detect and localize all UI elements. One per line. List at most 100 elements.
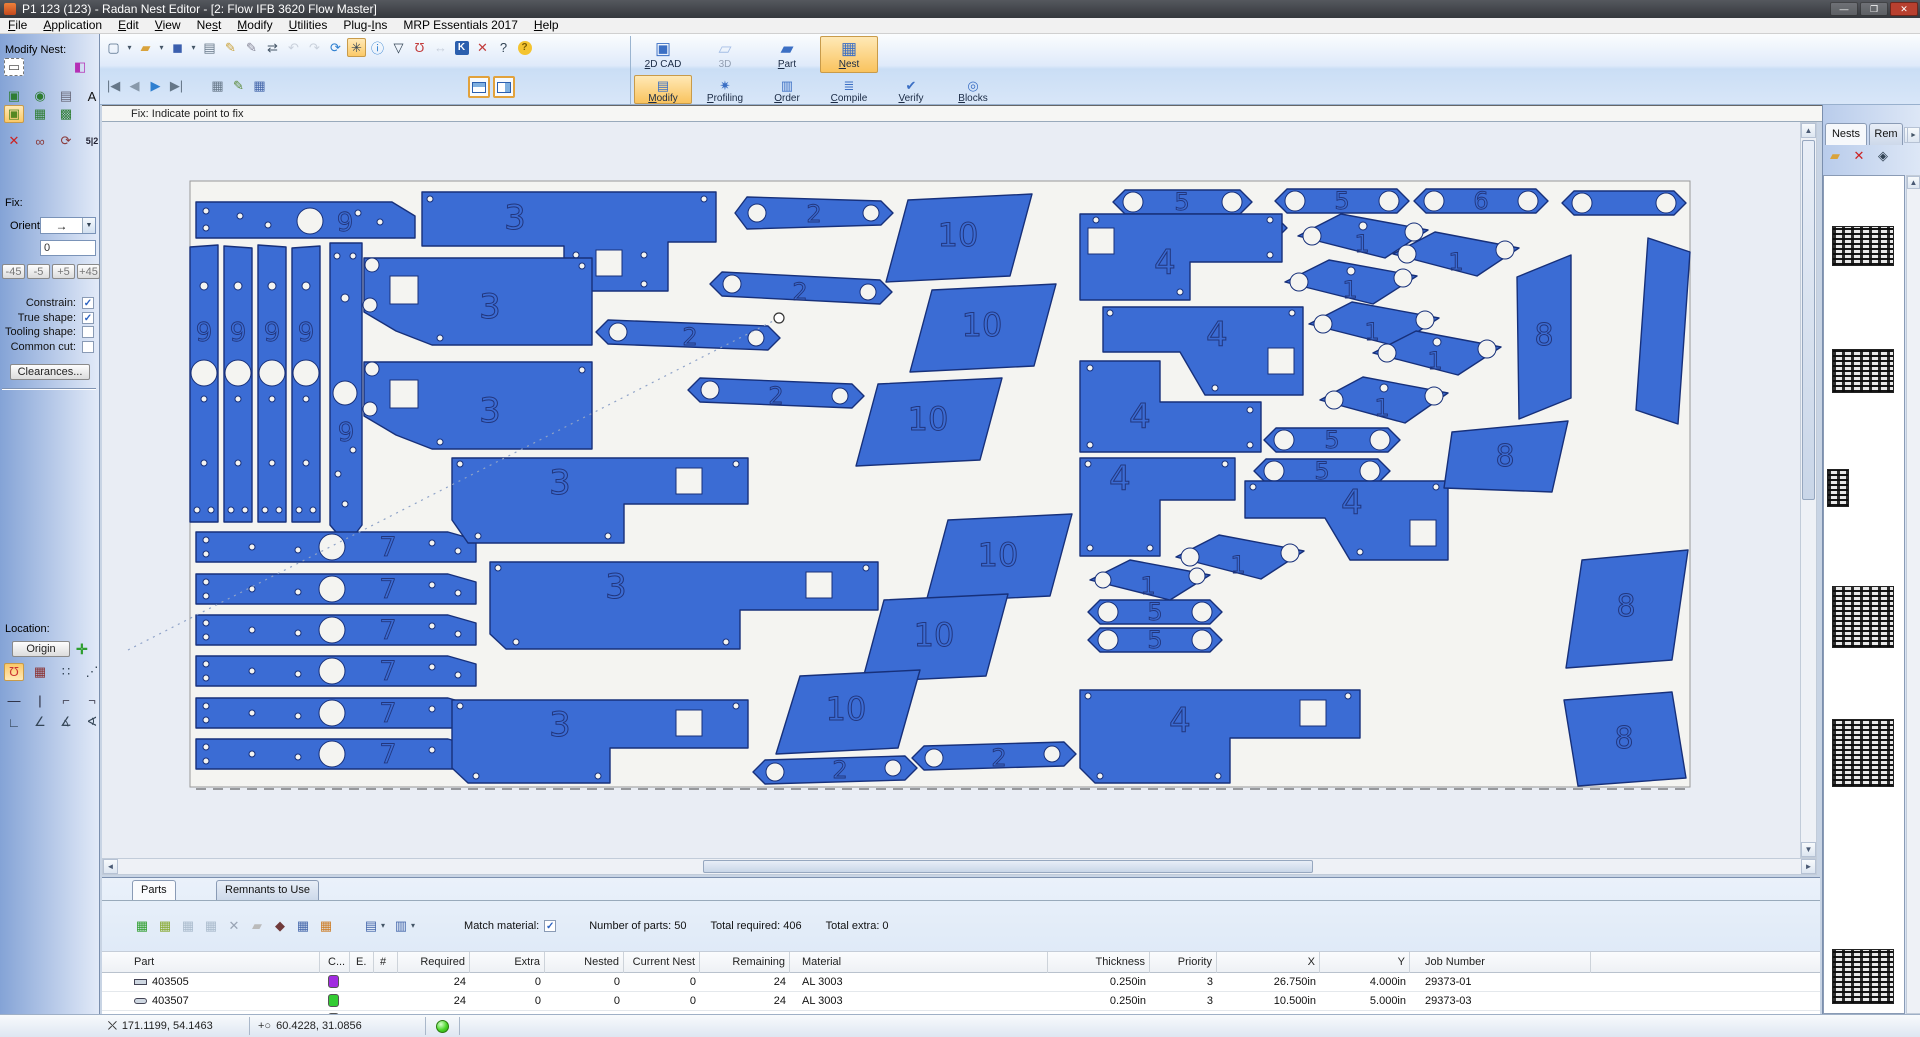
table-row[interactable]: 4035052400024AL 30030.250in326.750in4.00…	[102, 973, 1820, 992]
snap-settings-icon[interactable]: ✳	[347, 38, 366, 57]
text-icon[interactable]: A	[82, 87, 102, 105]
nest-thumbnail-1[interactable]	[1832, 226, 1894, 266]
refresh-icon[interactable]: ⟳	[326, 38, 345, 57]
2d-cad-button[interactable]: ▣2D CAD	[634, 36, 692, 73]
add-part-icon[interactable]: ▦	[155, 917, 175, 935]
nest-part-5[interactable]: 5	[1113, 188, 1252, 216]
nest-part-7[interactable]: 7	[196, 656, 476, 687]
nest-part-7[interactable]: 7	[196, 739, 476, 770]
nest-part-6[interactable]: 6	[1414, 187, 1548, 215]
nest-thumbnail-list[interactable]	[1823, 175, 1905, 1014]
modify-button[interactable]: ▤Modify	[634, 75, 692, 104]
menu-mrp-essentials-2017[interactable]: MRP Essentials 2017	[395, 18, 526, 34]
column-header-thickness[interactable]: Thickness	[1052, 952, 1150, 974]
nest-button[interactable]: ▦Nest	[820, 36, 878, 73]
nest-part-5[interactable]: 5	[1088, 626, 1222, 654]
order-button[interactable]: ▥Order	[758, 75, 816, 104]
step-back-icon[interactable]: ◀	[125, 76, 144, 95]
new-icon[interactable]: ▢	[104, 38, 123, 57]
go-first-icon[interactable]: |◀	[104, 76, 123, 95]
column-header-job[interactable]: Job Number	[1421, 952, 1591, 974]
pin-part-icon[interactable]: ◉	[30, 87, 50, 105]
tab-nests[interactable]: Nests	[1825, 123, 1867, 145]
match-material-checkbox[interactable]: ✓	[544, 920, 556, 932]
move-origin-icon[interactable]: ✛	[76, 641, 88, 658]
column-header-e[interactable]: E.	[352, 952, 374, 974]
spacing-icon[interactable]: ↔	[431, 38, 450, 57]
nest-part-3[interactable]: 3	[363, 362, 592, 449]
drag-part-icon[interactable]: ▣	[4, 87, 24, 105]
column-header-part[interactable]: Part	[130, 952, 320, 974]
nest-part-2[interactable]: 2	[735, 197, 893, 229]
blocks-button[interactable]: ◎Blocks	[944, 75, 1002, 104]
sheet-grid-icon[interactable]: ▦	[208, 76, 227, 95]
nest-part-2[interactable]: 2	[753, 756, 917, 784]
nest-part-10[interactable]: 10	[776, 670, 920, 754]
nest-part-5[interactable]: 5	[1088, 598, 1222, 626]
column-header-required[interactable]: Required	[400, 952, 470, 974]
nest-part-10[interactable]: 10	[910, 284, 1056, 372]
column-header-nested[interactable]: Nested	[549, 952, 624, 974]
go-last-icon[interactable]: ▶|	[167, 76, 186, 95]
angle-measure-icon[interactable]: ∡	[56, 713, 76, 731]
tab-remnants-to-use[interactable]: Remnants to Use	[216, 880, 319, 900]
nest-part-8[interactable]: 8	[1517, 255, 1571, 419]
menu-modify[interactable]: Modify	[229, 18, 280, 34]
rotate-plus5-button[interactable]: +5	[52, 264, 75, 279]
nest-part[interactable]	[1562, 191, 1686, 215]
nest-thumbnail-4[interactable]	[1832, 586, 1894, 648]
move-part-icon[interactable]: ▣	[4, 105, 24, 123]
vertical-scroll-thumb[interactable]	[1802, 140, 1815, 500]
view-list-icon[interactable]: ▤	[361, 917, 381, 935]
nest-part-9[interactable]: 9	[196, 202, 415, 238]
nest-part-7[interactable]: 7	[196, 532, 476, 563]
menu-edit[interactable]: Edit	[110, 18, 147, 34]
nest-thumbnail-2[interactable]	[1832, 349, 1894, 393]
info-icon[interactable]: ⓘ	[368, 38, 387, 57]
part-button[interactable]: ▰Part	[758, 36, 816, 73]
scroll-right-icon[interactable]: ►	[1801, 859, 1816, 874]
rotate-minus5-button[interactable]: -5	[27, 264, 50, 279]
true-shape-checkbox[interactable]: ✓	[82, 312, 94, 324]
rotate-icon[interactable]: ⟳	[56, 132, 76, 150]
pin-icon[interactable]: ◆	[270, 917, 290, 935]
play-icon[interactable]: ▶	[146, 76, 165, 95]
sequence-icon[interactable]: ∞	[30, 132, 50, 150]
profiling-button[interactable]: ✷Profiling	[696, 75, 754, 104]
common-cut-checkbox[interactable]	[82, 341, 94, 353]
canvas-horizontal-scrollbar[interactable]: ◄ ►	[102, 858, 1817, 875]
grid-dots-icon[interactable]: ∷	[56, 663, 76, 681]
rotate-minus45-button[interactable]: -45	[2, 264, 25, 279]
nest-part-9[interactable]: 9	[258, 245, 286, 522]
nest-part-10[interactable]: 10	[886, 194, 1032, 282]
k-macro-icon[interactable]: K	[452, 38, 471, 57]
scroll-left-icon[interactable]: ◄	[103, 859, 118, 874]
marquee-select-icon[interactable]: ▭	[4, 58, 24, 76]
table-icon[interactable]: ▦	[250, 76, 269, 95]
nest-part-10[interactable]: 10	[856, 378, 1002, 466]
align-horizontal-icon[interactable]: —	[4, 691, 24, 709]
menu-utilities[interactable]: Utilities	[281, 18, 336, 34]
nest-part-9[interactable]: 9	[224, 246, 252, 522]
menu-help[interactable]: Help	[526, 18, 567, 34]
horizontal-scroll-thumb[interactable]	[703, 860, 1313, 873]
open-nest-icon[interactable]: ▰	[1825, 147, 1845, 165]
column-header-x[interactable]: X	[1221, 952, 1320, 974]
table-update-icon[interactable]: ▦	[316, 917, 336, 935]
array-icon[interactable]: ▦	[30, 105, 50, 123]
minimize-button[interactable]: —	[1830, 2, 1858, 16]
tab-scroll-right-icon[interactable]: ►	[1907, 127, 1920, 143]
tooling-shape-checkbox[interactable]	[82, 326, 94, 338]
menu-application[interactable]: Application	[35, 18, 110, 34]
tab-remnants[interactable]: Rem	[1869, 123, 1903, 145]
canvas-vertical-scrollbar[interactable]: ▲ ▼	[1800, 122, 1817, 858]
redo-icon[interactable]: ↷	[305, 38, 324, 57]
plot-nest-icon[interactable]: ◈	[1873, 147, 1893, 165]
split-icon[interactable]: 5|2	[82, 132, 102, 150]
edit-sheet-icon[interactable]: ✎	[229, 76, 248, 95]
nest-part-7[interactable]: 7	[196, 698, 476, 729]
view-columns-dropdown[interactable]: ▾	[411, 917, 415, 935]
open-part-icon[interactable]: ▰	[247, 917, 267, 935]
column-header-material[interactable]: Material	[798, 952, 1048, 974]
copy-part-icon[interactable]: ▦	[178, 917, 198, 935]
